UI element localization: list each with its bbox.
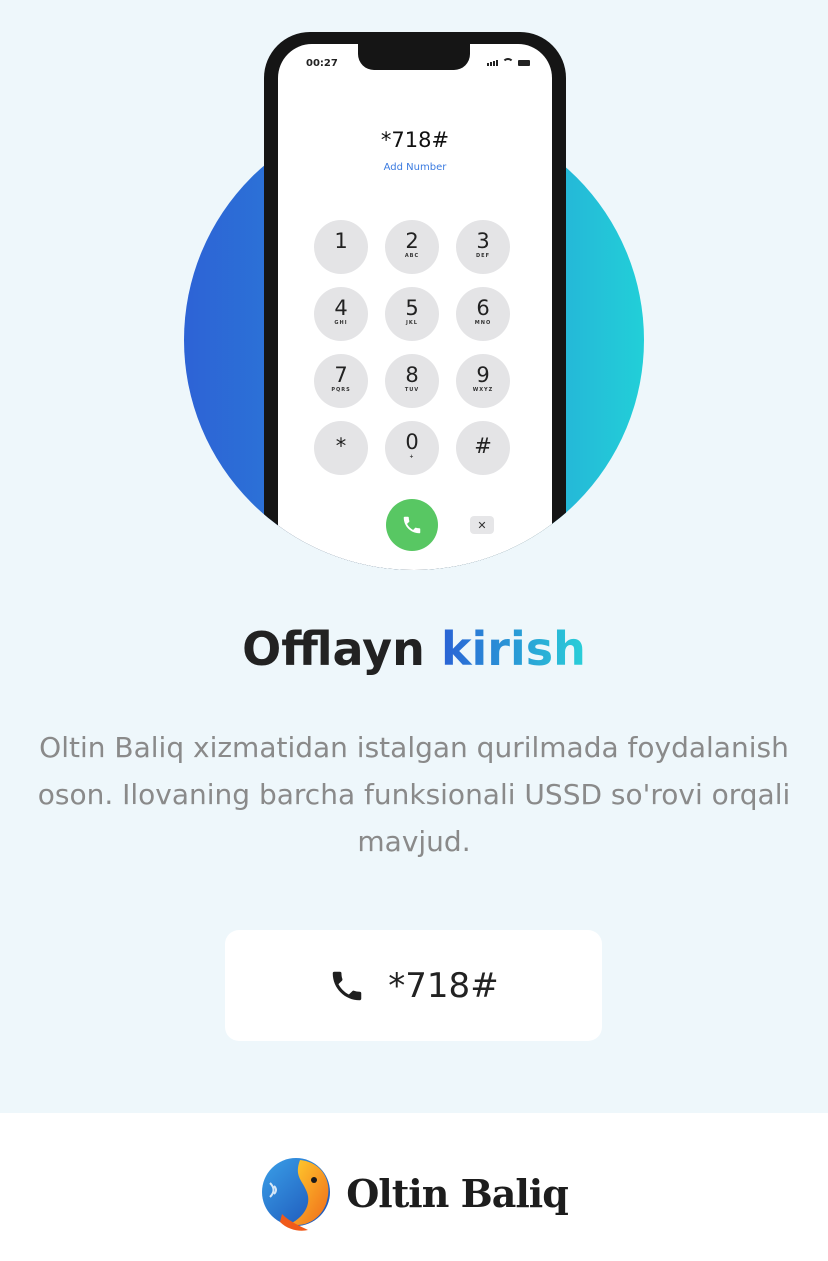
key-1: 1 bbox=[314, 220, 368, 274]
key-4: 4 GHI bbox=[314, 287, 368, 341]
phone-icon bbox=[333, 971, 362, 1000]
description-text: Oltin Baliq xizmatidan istalgan qurilmad… bbox=[37, 731, 791, 858]
key-6: 6 MNO bbox=[456, 287, 510, 341]
phone-illustration: 00:27 *718# Add Number 1 2 ABC 3 DEF 4 GHI … bbox=[184, 0, 644, 570]
phone-icon bbox=[403, 516, 421, 534]
wifi-icon bbox=[502, 58, 514, 66]
key-star: * bbox=[314, 421, 368, 475]
key-9: 9 WXYZ bbox=[456, 354, 510, 408]
add-number-link: Add Number bbox=[383, 162, 447, 173]
key-5: 5 JKL bbox=[385, 287, 439, 341]
title-part-1: Offlayn bbox=[242, 622, 441, 676]
dialed-number: *718# bbox=[380, 128, 450, 152]
phone-screen: 00:27 *718# Add Number 1 2 ABC 3 DEF 4 GHI … bbox=[278, 44, 552, 570]
key-7: 7 PQRS bbox=[314, 354, 368, 408]
ussd-code-button[interactable]: *718# bbox=[225, 930, 602, 1041]
ussd-code: *718# bbox=[388, 965, 499, 1006]
status-time: 00:27 bbox=[306, 58, 338, 69]
phone-notch bbox=[358, 44, 470, 70]
key-3: 3 DEF bbox=[456, 220, 510, 274]
page-title: Offlayn kirish bbox=[0, 622, 828, 676]
key-hash: # bbox=[456, 421, 510, 475]
phone-frame: 00:27 *718# Add Number 1 2 ABC 3 DEF 4 GHI … bbox=[264, 32, 566, 570]
key-0: 0 + bbox=[385, 421, 439, 475]
battery-icon bbox=[518, 60, 530, 66]
key-8: 8 TUV bbox=[385, 354, 439, 408]
status-icons bbox=[487, 58, 530, 66]
hero-section: 00:27 *718# Add Number 1 2 ABC 3 DEF 4 GHI … bbox=[0, 0, 828, 1113]
title-part-2: kirish bbox=[440, 622, 586, 676]
backspace-icon: ✕ bbox=[470, 516, 494, 534]
footer-logo: Oltin Baliq bbox=[0, 1150, 828, 1236]
signal-icon bbox=[487, 60, 498, 66]
logo-text: Oltin Baliq bbox=[346, 1170, 569, 1216]
key-2: 2 ABC bbox=[385, 220, 439, 274]
call-button bbox=[386, 499, 438, 551]
goldfish-logo-icon bbox=[260, 1152, 336, 1234]
